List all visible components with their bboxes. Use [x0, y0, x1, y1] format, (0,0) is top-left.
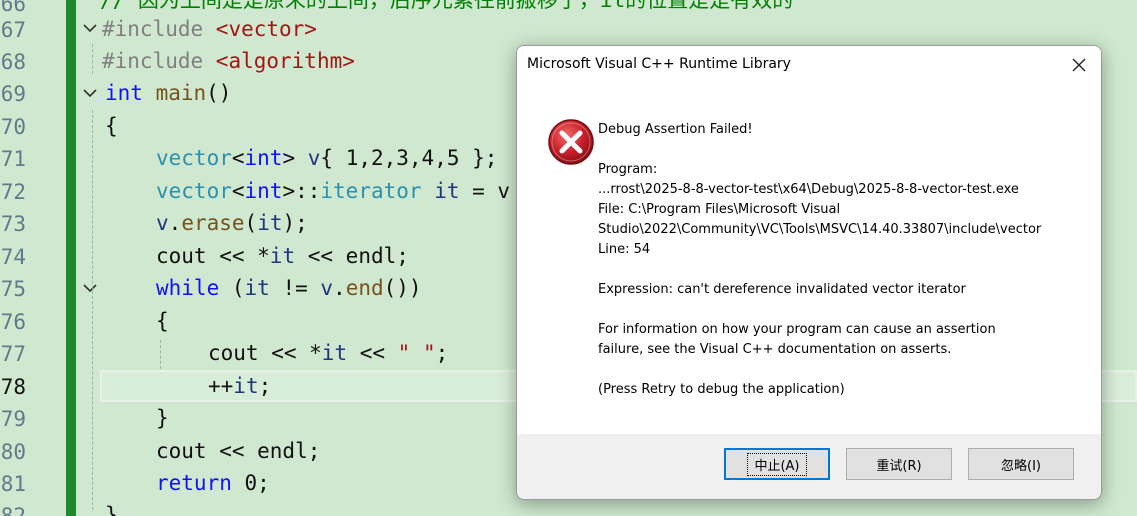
file-path-line2: Studio\2022\Community\VC\Tools\MSVC\14.4… [598, 222, 1042, 237]
code-line: vector<int>::iterator it = v [156, 179, 511, 203]
line-number: 82 [0, 504, 26, 516]
code-line: #include <algorithm> [102, 49, 355, 73]
line-number: 77 [0, 342, 26, 366]
fold-chevron-icon[interactable] [82, 20, 98, 36]
close-button[interactable] [1057, 46, 1101, 84]
expression-text: Expression: can't dereference invalidate… [598, 282, 966, 297]
line-number: 70 [0, 115, 26, 139]
line-number: 67 [0, 18, 26, 42]
code-line: // 因为上间是是原来的上间，后序元素往前搬移了，it的位置是是有效的 [100, 0, 794, 12]
info-text-line1: For information on how your program can … [598, 322, 996, 337]
line-number-current: 78 [0, 375, 26, 399]
program-label: Program: [598, 162, 658, 177]
code-line: cout << *it << " "; [208, 341, 449, 365]
code-line: #include <vector> [102, 17, 317, 41]
line-number: 73 [0, 212, 26, 236]
line-number: 80 [0, 440, 26, 464]
file-path-line1: File: C:\Program Files\Microsoft Visual [598, 202, 841, 217]
code-line: } [105, 503, 118, 516]
ignore-button[interactable]: 忽略(I) [968, 448, 1074, 480]
line-number: 81 [0, 472, 26, 496]
line-number: 71 [0, 147, 26, 171]
line-number: 68 [0, 50, 26, 74]
retry-hint: (Press Retry to debug the application) [598, 382, 845, 397]
code-line: } [156, 406, 169, 430]
fold-chevron-icon[interactable] [82, 85, 98, 101]
code-line: int main() [105, 81, 232, 105]
dialog-titlebar[interactable]: Microsoft Visual C++ Runtime Library [517, 46, 1101, 84]
abort-button[interactable]: 中止(A) [724, 448, 830, 480]
retry-button-label: 重试(R) [876, 458, 922, 474]
line-number-gutter: 66 67 68 69 70 71 72 73 74 75 76 77 78 7… [0, 0, 66, 516]
line-number: 66 [0, 0, 26, 16]
line-number: 75 [0, 277, 26, 301]
code-line: return 0; [156, 471, 270, 495]
line-number: 74 [0, 245, 26, 269]
close-icon [1072, 58, 1086, 72]
line-number: 79 [0, 407, 26, 431]
line-info: Line: 54 [598, 242, 651, 257]
info-text-line2: failure, see the Visual C++ documentatio… [598, 342, 952, 357]
code-line: cout << endl; [156, 439, 321, 463]
change-indicator-bar [66, 0, 76, 516]
code-line: while (it != v.end()) [156, 276, 422, 300]
line-number: 72 [0, 180, 26, 204]
line-number: 69 [0, 82, 26, 106]
retry-button[interactable]: 重试(R) [846, 448, 952, 480]
program-path: ...rrost\2025-8-8-vector-test\x64\Debug\… [598, 182, 1019, 197]
dialog-title: Microsoft Visual C++ Runtime Library [527, 56, 791, 72]
code-line: vector<int> v{ 1,2,3,4,5 }; [156, 146, 498, 170]
line-number: 76 [0, 310, 26, 334]
dialog-body: Debug Assertion Failed! Program: ...rros… [517, 84, 1101, 434]
code-line: v.erase(it); [156, 211, 308, 235]
fold-chevron-icon[interactable] [82, 280, 98, 296]
code-line: { [105, 114, 118, 138]
abort-button-label: 中止(A) [747, 452, 807, 476]
error-icon [547, 118, 595, 166]
assertion-heading: Debug Assertion Failed! [598, 122, 753, 137]
assertion-dialog: Microsoft Visual C++ Runtime Library Deb… [516, 45, 1102, 500]
code-line: { [156, 309, 169, 333]
code-line: cout << *it << endl; [156, 244, 409, 268]
code-line-current: ++it; [208, 374, 272, 398]
fold-guide-line [92, 44, 93, 74]
fold-guide-line [92, 110, 93, 510]
ignore-button-label: 忽略(I) [1001, 458, 1041, 474]
